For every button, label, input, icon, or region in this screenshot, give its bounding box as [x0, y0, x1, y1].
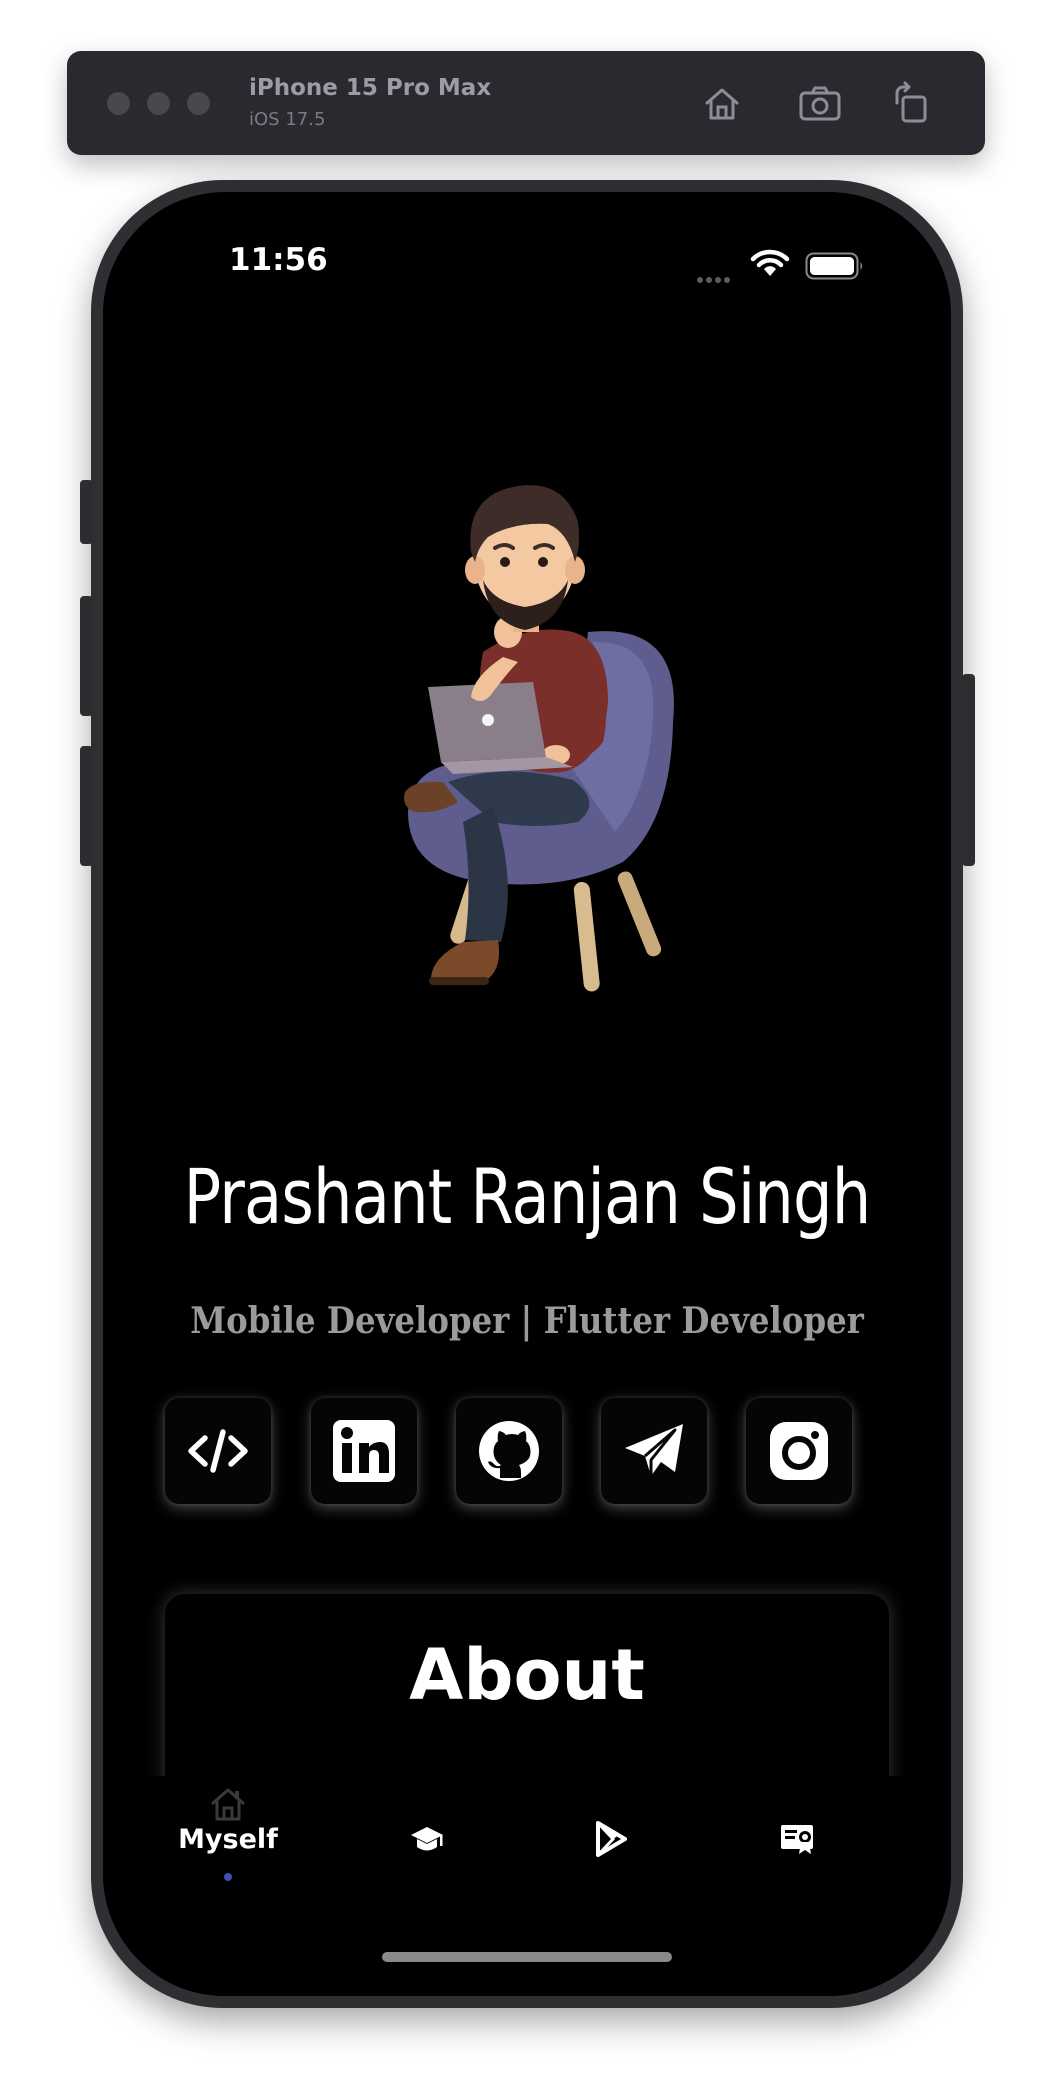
home-button[interactable]	[699, 81, 745, 127]
screenshot-button[interactable]	[797, 81, 843, 127]
rotate-button[interactable]	[889, 81, 935, 127]
rotate-icon	[895, 81, 927, 123]
telegram-link-button[interactable]	[601, 1398, 707, 1504]
linkedin-icon	[333, 1420, 395, 1482]
certificate-icon[interactable]	[779, 1820, 815, 1858]
profile-role: Mobile Developer | Flutter Developer	[190, 1300, 864, 1342]
action-button	[80, 480, 93, 544]
screenshot-icon	[799, 86, 841, 121]
active-indicator-dot	[224, 1873, 232, 1881]
github-link-button[interactable]	[456, 1398, 562, 1504]
window-close-button[interactable]	[107, 92, 130, 115]
battery-icon	[805, 252, 863, 280]
home-indicator[interactable]	[382, 1952, 672, 1962]
window-zoom-button[interactable]	[187, 92, 210, 115]
social-links-row	[165, 1398, 895, 1508]
play-store-icon[interactable]	[593, 1820, 629, 1858]
code-icon	[188, 1429, 248, 1473]
nav-label-myself: Myself	[178, 1824, 278, 1855]
graduation-cap-icon[interactable]	[409, 1822, 445, 1858]
bottom-navigation-bar: Myself	[103, 1776, 951, 1996]
portfolio-link-button[interactable]	[165, 1398, 271, 1504]
device-os-version: iOS 17.5	[249, 109, 326, 130]
volume-up-button	[80, 596, 93, 716]
profile-name: Prashant Ranjan Singh	[183, 1152, 872, 1241]
app-screen: 11:56 Prashant Ranjan Singh Mobile Devel…	[103, 192, 951, 1996]
status-time: 11:56	[229, 242, 328, 278]
volume-down-button	[80, 746, 93, 866]
device-name: iPhone 15 Pro Max	[249, 75, 492, 101]
home-icon	[705, 88, 739, 120]
wifi-icon	[750, 249, 790, 276]
signal-dots-icon	[697, 270, 733, 288]
simulator-toolbar: iPhone 15 Pro Max iOS 17.5	[67, 51, 985, 155]
power-button	[962, 674, 975, 866]
linkedin-link-button[interactable]	[311, 1398, 417, 1504]
developer-avatar-illustration	[404, 485, 674, 992]
instagram-icon	[770, 1422, 828, 1480]
window-minimize-button[interactable]	[147, 92, 170, 115]
nav-item-myself[interactable]: Myself	[163, 1780, 293, 1900]
instagram-link-button[interactable]	[746, 1398, 852, 1504]
about-title: About	[409, 1634, 645, 1716]
github-icon	[479, 1421, 539, 1481]
home-icon	[211, 1788, 245, 1821]
telegram-icon	[625, 1424, 683, 1476]
